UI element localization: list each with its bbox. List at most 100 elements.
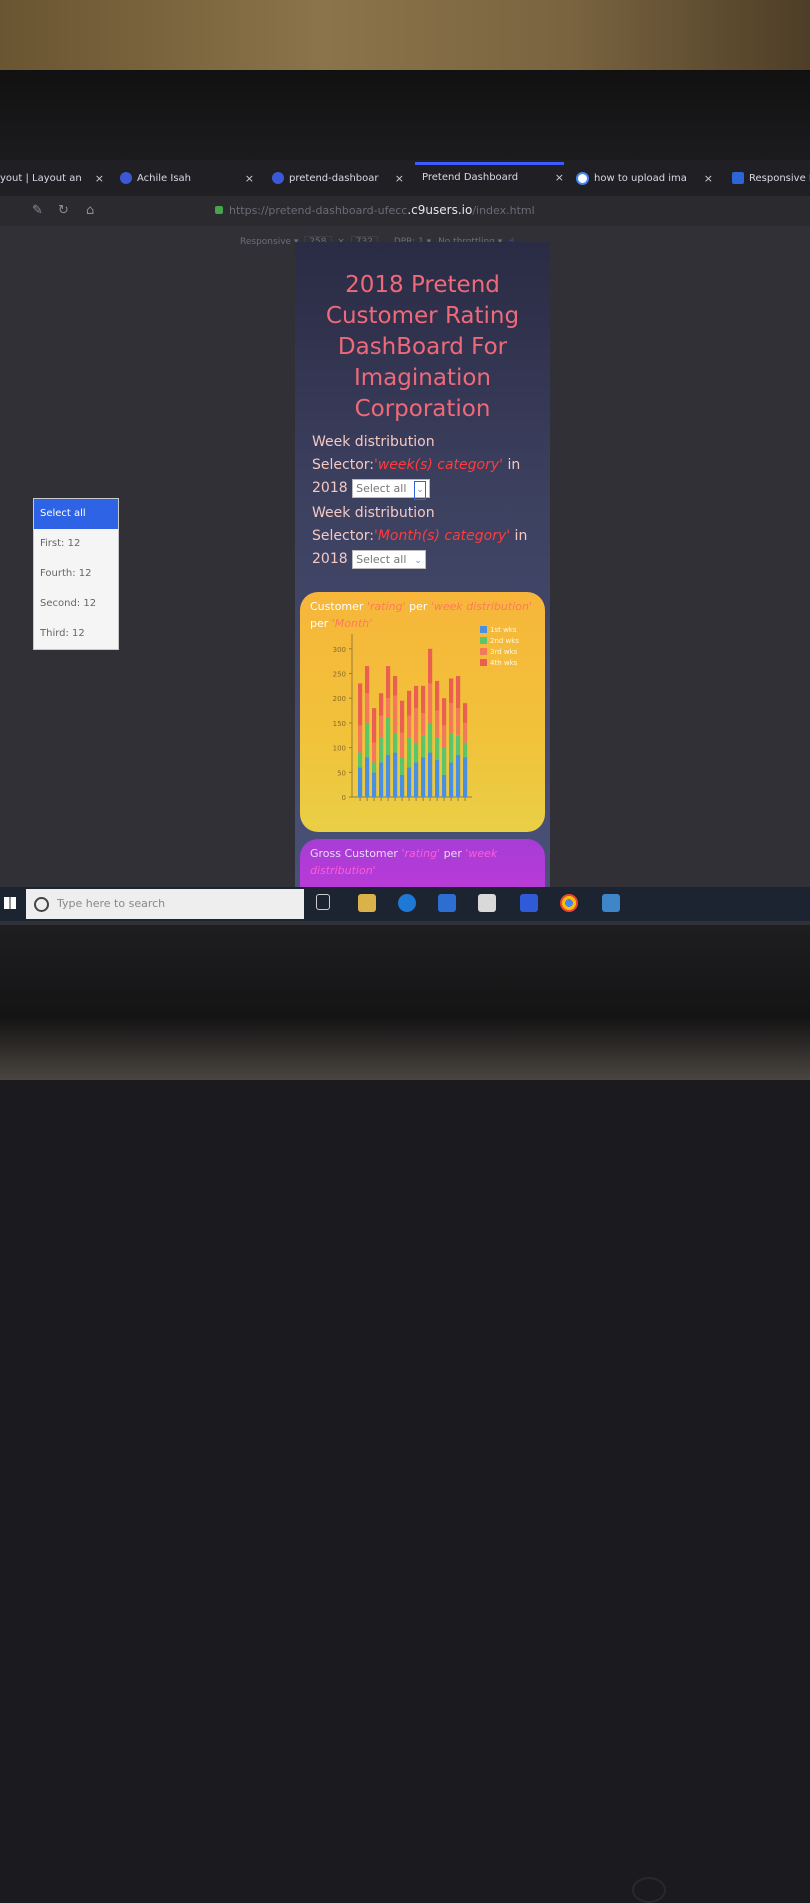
selector-suffix: in <box>510 528 528 544</box>
select-value: Select all <box>356 552 407 566</box>
address-bar[interactable]: https://pretend-dashboard-ufecc.c9users.… <box>215 203 535 217</box>
bar-segment <box>393 752 398 797</box>
week-select-dropdown: Select all First: 12 Fourth: 12 Second: … <box>33 498 119 650</box>
tools-icon[interactable]: ✎ <box>32 203 43 218</box>
bar-segment <box>393 675 398 696</box>
bar-segment <box>456 675 461 709</box>
selector-year: 2018 <box>312 551 348 567</box>
photos-icon[interactable] <box>602 894 620 912</box>
month-select[interactable]: Select all ⌄ <box>352 549 426 570</box>
tab-close-icon[interactable]: × <box>95 166 104 192</box>
tab-layout[interactable]: yout | Layout an × <box>0 166 104 192</box>
bar-segment <box>421 757 426 797</box>
tab-label: Pretend Dashboard <box>422 172 519 183</box>
device-mode-select[interactable]: Responsive ▾ <box>240 237 298 247</box>
bar-segment <box>463 703 468 723</box>
legend-swatch <box>480 659 487 666</box>
y-tick-label: 200 <box>333 695 346 703</box>
chevron-down-icon[interactable]: ⌄ <box>414 553 422 570</box>
bar-segment <box>407 715 412 738</box>
bar-segment <box>358 725 363 753</box>
vscode-icon[interactable] <box>520 894 538 912</box>
dropdown-option[interactable]: Third: 12 <box>34 619 118 649</box>
tab-pretend-dashboard-repo[interactable]: pretend-dashboar × <box>272 166 404 192</box>
bar-segment <box>449 703 454 733</box>
label-part: 'week <box>465 847 498 860</box>
bar-segment <box>435 737 440 760</box>
windows-taskbar: Type here to search <box>0 887 810 921</box>
bar-segment <box>442 747 447 775</box>
bar-segment <box>449 678 454 704</box>
edge-icon[interactable] <box>398 894 416 912</box>
file-explorer-icon[interactable] <box>358 894 376 912</box>
monitor-bezel-top <box>0 70 810 165</box>
bar-segment <box>379 737 384 763</box>
bar-segment <box>435 680 440 711</box>
dropdown-option[interactable]: Fourth: 12 <box>34 559 118 589</box>
store-icon[interactable] <box>438 894 456 912</box>
search-placeholder: Type here to search <box>57 897 166 910</box>
tab-label: yout | Layout an <box>0 173 82 184</box>
bar-segment <box>400 757 405 775</box>
tab-close-icon[interactable]: × <box>245 166 254 192</box>
chevron-down-icon[interactable]: ⌄ <box>414 480 426 500</box>
legend-swatch <box>480 637 487 644</box>
home-icon[interactable]: ⌂ <box>86 203 94 218</box>
label-part: 'week distribution' <box>430 600 532 613</box>
google-icon <box>576 171 589 185</box>
selector-category: 'Month(s) category' <box>373 528 511 544</box>
bar-segment <box>365 757 370 797</box>
dropdown-option[interactable]: Second: 12 <box>34 589 118 619</box>
bar-segment <box>372 708 377 743</box>
tab-pretend-dashboard[interactable]: Pretend Dashboard × <box>415 162 564 191</box>
bar-segment <box>421 685 426 714</box>
bar-segment <box>421 735 426 758</box>
bar-segment <box>393 732 398 753</box>
bar-segment <box>386 666 391 699</box>
bar-segment <box>414 742 419 763</box>
bar-segment <box>365 722 370 758</box>
taskbar-search[interactable]: Type here to search <box>26 889 304 919</box>
tab-achile-isah[interactable]: Achile Isah × <box>120 166 254 192</box>
page-title: 2018 Pretend Customer Rating DashBoard F… <box>325 272 520 422</box>
bar-segment <box>435 710 440 738</box>
tab-google-search[interactable]: how to upload ima × <box>576 166 713 192</box>
dropdown-option[interactable]: Select all <box>34 499 118 529</box>
bar-segment <box>407 690 412 716</box>
y-tick-label: 250 <box>333 671 346 679</box>
selector-suffix: in <box>503 457 521 473</box>
tab-close-icon[interactable]: × <box>704 166 713 192</box>
url-prefix: https://pretend-dashboard-ufecc <box>229 204 408 217</box>
legend-label: 2nd wks <box>490 637 519 645</box>
dropdown-option[interactable]: First: 12 <box>34 529 118 559</box>
background-wall <box>0 0 810 80</box>
week-select[interactable]: Select all ⌄ <box>352 478 430 500</box>
bar-segment <box>414 762 419 797</box>
legend-swatch <box>480 626 487 633</box>
browser-toolbar: ✎ ↻ ⌂ https://pretend-dashboard-ufecc.c9… <box>0 196 810 226</box>
bar-segment <box>372 742 377 763</box>
tab-close-icon[interactable]: × <box>555 165 564 191</box>
legend-label: 3rd wks <box>490 648 518 656</box>
task-view-icon[interactable] <box>316 894 330 910</box>
bar-segment <box>407 737 412 768</box>
label-part: Customer <box>310 600 364 613</box>
chrome-icon[interactable] <box>560 894 578 912</box>
rating-chart-card: Customer 'rating' per 'week distribution… <box>300 592 545 832</box>
bar-segment <box>463 742 468 758</box>
tab-label: how to upload ima <box>594 173 687 184</box>
bar-segment <box>456 735 461 756</box>
tab-close-icon[interactable]: × <box>395 166 404 192</box>
tab-responsive[interactable]: Responsive I <box>732 166 810 192</box>
selector-line: Week distribution <box>312 434 435 450</box>
bar-segment <box>365 666 370 694</box>
select-value: Select all <box>356 481 407 495</box>
legend-label: 1st wks <box>490 626 517 634</box>
bar-segment <box>449 762 454 797</box>
reload-icon[interactable]: ↻ <box>58 203 69 218</box>
windows-logo-icon[interactable] <box>4 897 16 909</box>
selector-line: Week distribution <box>312 505 435 521</box>
gross-card-label: Gross Customer 'rating' per 'week distri… <box>310 845 545 879</box>
mail-icon[interactable] <box>478 894 496 912</box>
label-part: per <box>440 847 466 860</box>
